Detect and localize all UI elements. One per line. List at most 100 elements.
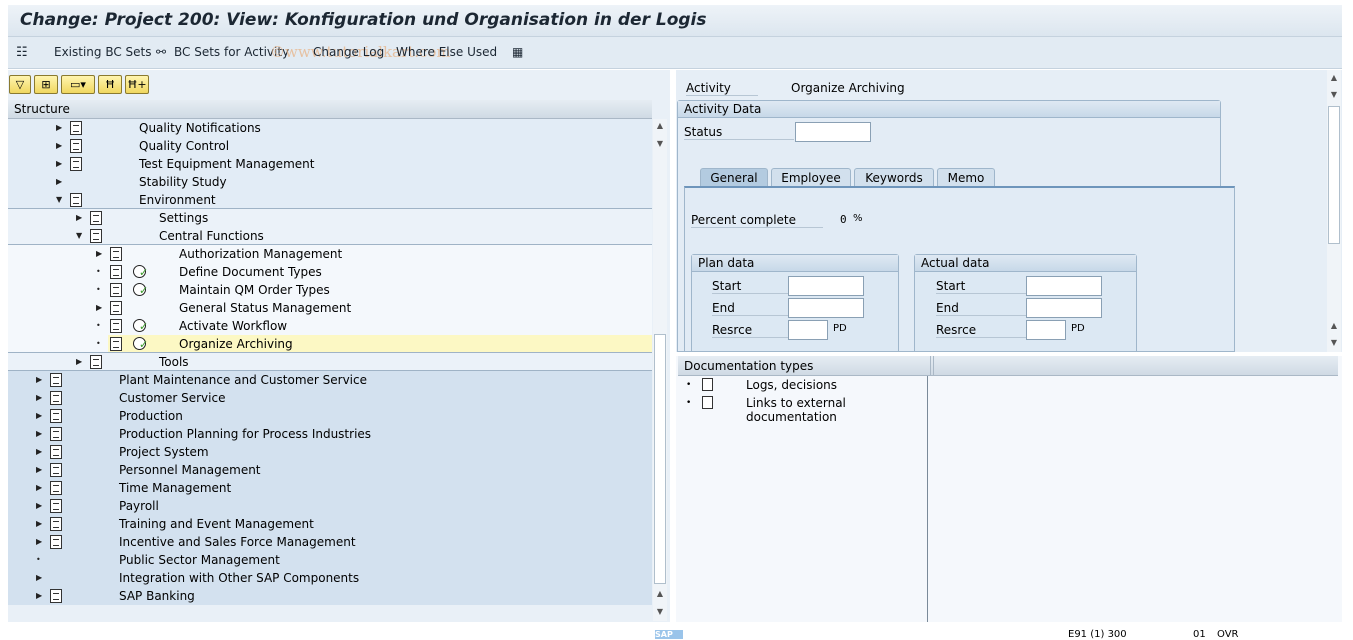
system-info[interactable]: E91 (1) 300: [1068, 629, 1127, 640]
expand-arrow-icon[interactable]: ▶: [36, 515, 42, 533]
tree-node[interactable]: ▶ Test Equipment Management: [8, 155, 652, 173]
expand-arrow-icon[interactable]: ▶: [36, 569, 42, 587]
tree-node[interactable]: ▶ Plant Maintenance and Customer Service: [8, 371, 652, 389]
tree-node[interactable]: • Public Sector Management: [8, 551, 652, 569]
actual-end-input[interactable]: [1026, 298, 1102, 318]
status-clock-check-icon[interactable]: [133, 318, 148, 336]
expand-arrow-icon[interactable]: ▶: [96, 245, 102, 263]
tree-node[interactable]: ▶ Production Planning for Process Industr…: [8, 425, 652, 443]
documentation-icon[interactable]: [110, 319, 122, 333]
scroll-up-icon[interactable]: ▲: [1327, 321, 1341, 330]
leaf-bullet-icon[interactable]: •: [36, 551, 41, 569]
doc-type-item[interactable]: • Logs, decisions: [676, 377, 926, 395]
tree-node[interactable]: ▶ Stability Study: [8, 173, 652, 191]
documentation-icon[interactable]: [70, 193, 82, 207]
documentation-icon[interactable]: [50, 373, 62, 387]
tree-node[interactable]: ▼ Environment: [8, 191, 652, 209]
column-divider[interactable]: [930, 356, 934, 376]
print-button[interactable]: ▭▾: [61, 75, 95, 94]
expand-arrow-icon[interactable]: ▶: [36, 497, 42, 515]
doc-type-item[interactable]: • Links to external documentation: [676, 395, 926, 424]
plan-start-input[interactable]: [788, 276, 864, 296]
expand-arrow-icon[interactable]: ▶: [56, 173, 62, 191]
documentation-icon[interactable]: [50, 499, 62, 513]
documentation-icon[interactable]: [50, 427, 62, 441]
collapse-arrow-icon[interactable]: ▼: [56, 191, 62, 209]
scroll-thumb[interactable]: [654, 334, 666, 584]
display-list-icon[interactable]: ☷: [16, 45, 28, 60]
leaf-bullet-icon[interactable]: •: [96, 317, 101, 335]
expand-arrow-icon[interactable]: ▶: [36, 479, 42, 497]
expand-subtree-button[interactable]: ▽: [9, 75, 31, 94]
tree-node[interactable]: ▶ Production: [8, 407, 652, 425]
documentation-icon[interactable]: [90, 211, 102, 225]
documentation-icon[interactable]: [70, 139, 82, 153]
tree-node[interactable]: ▶ Personnel Management: [8, 461, 652, 479]
expand-arrow-icon[interactable]: ▶: [36, 425, 42, 443]
scroll-up-icon[interactable]: ▲: [653, 589, 667, 598]
filter-settings-icon[interactable]: ▦: [512, 45, 523, 59]
tab-employee[interactable]: Employee: [771, 168, 851, 187]
find-button[interactable]: Ħ: [98, 75, 122, 94]
actual-start-input[interactable]: [1026, 276, 1102, 296]
activity-scrollbar[interactable]: ▲ ▼ ▲ ▼: [1327, 70, 1341, 352]
leaf-bullet-icon[interactable]: •: [96, 335, 101, 353]
input-mode[interactable]: OVR: [1217, 629, 1238, 640]
tree-node[interactable]: ▶ Training and Event Management: [8, 515, 652, 533]
expand-arrow-icon[interactable]: ▶: [36, 389, 42, 407]
tab-general[interactable]: General: [700, 168, 768, 187]
documentation-icon[interactable]: [50, 481, 62, 495]
tree-node[interactable]: ▶ Authorization Management: [8, 245, 652, 263]
documentation-icon[interactable]: [50, 391, 62, 405]
expand-arrow-icon[interactable]: ▶: [36, 587, 42, 605]
status-input[interactable]: [795, 122, 871, 142]
status-clock-check-icon[interactable]: [133, 264, 148, 282]
documentation-icon[interactable]: [70, 157, 82, 171]
find-next-button[interactable]: Ħ+: [125, 75, 149, 94]
documentation-icon[interactable]: [110, 337, 122, 351]
tree-node[interactable]: • Activate Workflow: [8, 317, 652, 336]
documentation-icon[interactable]: [50, 409, 62, 423]
documentation-icon[interactable]: [110, 283, 122, 297]
scroll-down-icon[interactable]: ▼: [653, 139, 667, 148]
expand-arrow-icon[interactable]: ▶: [36, 407, 42, 425]
scroll-thumb[interactable]: [1328, 106, 1340, 244]
tree-node[interactable]: • Define Document Types: [8, 263, 652, 282]
tree-node[interactable]: ▶ Integration with Other SAP Components: [8, 569, 652, 587]
documentation-icon[interactable]: [50, 517, 62, 531]
tree-node[interactable]: ▶ Tools: [8, 353, 652, 371]
actual-resrce-input[interactable]: [1026, 320, 1066, 340]
expand-arrow-icon[interactable]: ▶: [96, 299, 102, 317]
tree-node[interactable]: ▶ Incentive and Sales Force Management: [8, 533, 652, 551]
documentation-icon[interactable]: [90, 229, 102, 243]
scroll-up-icon[interactable]: ▲: [653, 121, 667, 130]
tree-node[interactable]: ▶ Customer Service: [8, 389, 652, 407]
tab-memo[interactable]: Memo: [937, 168, 995, 187]
plan-end-input[interactable]: [788, 298, 864, 318]
status-clock-check-icon[interactable]: [133, 282, 148, 300]
documentation-icon[interactable]: [110, 265, 122, 279]
expand-arrow-icon[interactable]: ▶: [36, 533, 42, 551]
leaf-bullet-icon[interactable]: •: [96, 263, 101, 281]
expand-arrow-icon[interactable]: ▶: [76, 353, 82, 371]
tree-node[interactable]: ▶ Payroll: [8, 497, 652, 515]
scroll-down-icon[interactable]: ▼: [1327, 338, 1341, 347]
tree-node[interactable]: ▶ SAP Banking: [8, 587, 652, 605]
documentation-icon[interactable]: [110, 301, 122, 315]
scroll-down-icon[interactable]: ▼: [1327, 90, 1341, 99]
change-log-button[interactable]: Change Log: [313, 45, 384, 59]
expand-arrow-icon[interactable]: ▶: [56, 119, 62, 137]
documentation-icon[interactable]: [50, 589, 62, 603]
leaf-bullet-icon[interactable]: •: [96, 281, 101, 299]
tree-node[interactable]: ▶ Settings: [8, 209, 652, 227]
tab-keywords[interactable]: Keywords: [854, 168, 934, 187]
tree-node[interactable]: ▶ Project System: [8, 443, 652, 461]
expand-arrow-icon[interactable]: ▶: [36, 461, 42, 479]
status-clock-check-icon[interactable]: [133, 336, 148, 354]
tree-node[interactable]: • Organize Archiving: [8, 335, 652, 354]
tree-node[interactable]: ▼ Central Functions: [8, 227, 652, 245]
expand-arrow-icon[interactable]: ▶: [36, 443, 42, 461]
expand-arrow-icon[interactable]: ▶: [56, 137, 62, 155]
collapse-arrow-icon[interactable]: ▼: [76, 227, 82, 245]
existing-bc-sets-button[interactable]: Existing BC Sets: [54, 45, 152, 59]
